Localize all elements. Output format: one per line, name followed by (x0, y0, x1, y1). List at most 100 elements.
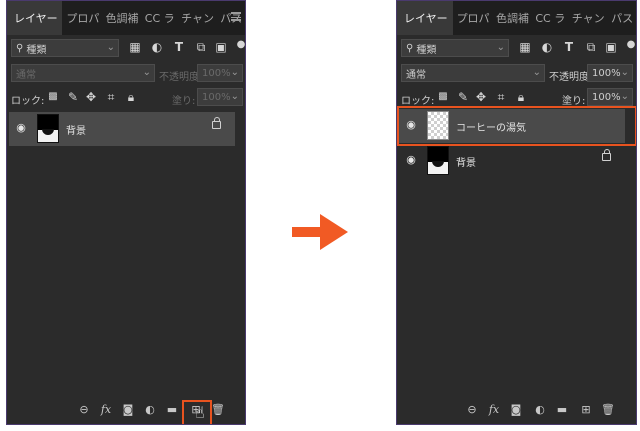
mask-icon[interactable]: ◙ (509, 403, 523, 417)
fx-icon[interactable]: fx (99, 403, 113, 417)
trash-icon[interactable]: 🗑︎ (601, 403, 615, 417)
trash-icon[interactable]: 🗑︎ (211, 403, 225, 417)
chevron-down-icon: ⌄ (230, 91, 239, 102)
new-layer-highlight (397, 106, 636, 146)
lock-move-icon[interactable]: ✥ (83, 89, 99, 105)
search-icon: ⚲ (406, 42, 414, 54)
chevron-down-icon: ⌄ (230, 67, 239, 78)
blend-row: 通常 ⌄ 不透明度: 100% ⌄ (397, 61, 636, 85)
search-icon: ⚲ (16, 42, 24, 54)
layer-name: 背景 (66, 126, 86, 137)
tab-cc-libraries[interactable]: CC ラ (531, 1, 567, 35)
fill-label: 塗り: (562, 96, 586, 107)
layers-panel-after: レイヤー プロパ 色調補 CC ラ チャン パス ⚲ 種類 ⌄ ▦ ◐ T ⧉ … (396, 0, 637, 425)
chevron-down-icon: ⌄ (496, 42, 505, 53)
link-icon[interactable]: ⊖ (77, 403, 91, 417)
filter-kind-select[interactable]: ⚲ 種類 ⌄ (11, 39, 119, 57)
mask-icon[interactable]: ◙ (121, 403, 135, 417)
blend-mode-select[interactable]: 通常 ⌄ (401, 64, 545, 82)
type-filter-icon[interactable]: T (171, 39, 187, 55)
tab-channels[interactable]: チャン (568, 1, 607, 35)
filter-row: ⚲ 種類 ⌄ ▦ ◐ T ⧉ ▣ ● (397, 35, 636, 59)
lock-row: ロック: ▩ ✎ ✥ ⌗ 🔒︎ 塗り: 100% ⌄ (7, 85, 245, 109)
adjustment-icon[interactable]: ◐ (533, 403, 547, 417)
adjustment-filter-icon[interactable]: ◐ (539, 39, 555, 55)
tab-properties[interactable]: プロパ (453, 1, 492, 35)
image-filter-icon[interactable]: ▦ (517, 39, 533, 55)
blend-mode-select[interactable]: 通常 ⌄ (11, 64, 155, 82)
image-filter-icon[interactable]: ▦ (127, 39, 143, 55)
blend-mode-value: 通常 (16, 69, 36, 81)
layers-bottom-bar: ⊖ fx ◙ ◐ ▬ ⊞ 🗑︎ (397, 398, 636, 424)
panel-tabs: レイヤー プロパ 色調補 CC ラ チャン パス (397, 1, 636, 35)
filter-row: ⚲ 種類 ⌄ ▦ ◐ T ⧉ ▣ ● (7, 35, 245, 59)
tab-paths[interactable]: パス (607, 1, 636, 35)
lock-label: ロック: (11, 96, 45, 107)
hand-cursor-icon: ☝︎ (195, 403, 205, 422)
chevron-down-icon: ⌄ (620, 67, 629, 78)
filter-toggle-icon[interactable]: ● (233, 37, 245, 53)
link-icon[interactable]: ⊖ (465, 403, 479, 417)
tab-adjustments[interactable]: 色調補 (492, 1, 531, 35)
folder-icon[interactable]: ▬ (555, 403, 569, 417)
eye-icon[interactable]: ◉ (405, 154, 417, 166)
folder-icon[interactable]: ▬ (165, 403, 179, 417)
opacity-value: 100% (202, 67, 231, 79)
tab-layers[interactable]: レイヤー (7, 1, 63, 35)
tab-layers[interactable]: レイヤー (397, 1, 453, 35)
filter-kind-value: 種類 (26, 44, 47, 56)
layer-name: 背景 (456, 158, 476, 169)
smart-object-filter-icon[interactable]: ▣ (603, 39, 619, 55)
tab-properties[interactable]: プロパ (62, 1, 101, 35)
fill-label: 塗り: (172, 96, 196, 107)
fx-icon[interactable]: fx (487, 403, 501, 417)
layers-panel-before: レイヤー プロパ 色調補 CC ラ チャン パス ⚲ 種類 ⌄ ▦ ◐ T ⧉ … (6, 0, 246, 425)
blend-mode-value: 通常 (406, 69, 426, 81)
fill-field[interactable]: 100% ⌄ (587, 88, 633, 106)
opacity-field[interactable]: 100% ⌄ (197, 64, 243, 82)
lock-all-icon[interactable]: 🔒︎ (513, 89, 529, 105)
layer-row[interactable]: ◉ 背景 (9, 112, 235, 146)
lock-icon (602, 149, 611, 161)
chevron-down-icon: ⌄ (142, 67, 151, 78)
shape-filter-icon[interactable]: ⧉ (583, 39, 599, 55)
fill-value: 100% (592, 91, 621, 103)
arrow-right-icon (292, 214, 348, 250)
opacity-field[interactable]: 100% ⌄ (587, 64, 633, 82)
panel-tabs: レイヤー プロパ 色調補 CC ラ チャン パス (7, 1, 245, 35)
chevron-down-icon: ⌄ (532, 67, 541, 78)
lock-label: ロック: (401, 96, 435, 107)
type-filter-icon[interactable]: T (561, 39, 577, 55)
filter-kind-value: 種類 (416, 44, 437, 56)
lock-transparent-icon[interactable]: ▩ (45, 89, 61, 105)
opacity-label: 不透明度: (159, 72, 203, 83)
lock-icon (212, 117, 221, 129)
shape-filter-icon[interactable]: ⧉ (193, 39, 209, 55)
eye-icon[interactable]: ◉ (15, 122, 27, 134)
blend-row: 通常 ⌄ 不透明度: 100% ⌄ (7, 61, 245, 85)
filter-kind-select[interactable]: ⚲ 種類 ⌄ (401, 39, 509, 57)
chevron-down-icon: ⌄ (620, 91, 629, 102)
adjustment-filter-icon[interactable]: ◐ (149, 39, 165, 55)
lock-paint-icon[interactable]: ✎ (65, 89, 81, 105)
tab-channels[interactable]: チャン (177, 1, 216, 35)
tab-adjustments[interactable]: 色調補 (102, 1, 141, 35)
lock-paint-icon[interactable]: ✎ (455, 89, 471, 105)
panel-menu-icon[interactable] (231, 12, 241, 21)
adjustment-icon[interactable]: ◐ (143, 403, 157, 417)
fill-value: 100% (202, 91, 231, 103)
fill-field[interactable]: 100% ⌄ (197, 88, 243, 106)
layer-thumbnail (37, 114, 59, 143)
layer-thumbnail (427, 146, 449, 175)
filter-toggle-icon[interactable]: ● (623, 37, 636, 53)
lock-transparent-icon[interactable]: ▩ (435, 89, 451, 105)
lock-move-icon[interactable]: ✥ (473, 89, 489, 105)
tab-cc-libraries[interactable]: CC ラ (141, 1, 177, 35)
lock-artboard-icon[interactable]: ⌗ (493, 89, 509, 105)
lock-artboard-icon[interactable]: ⌗ (103, 89, 119, 105)
lock-all-icon[interactable]: 🔒︎ (123, 89, 139, 105)
new-layer-icon[interactable]: ⊞ (579, 403, 593, 417)
layer-row[interactable]: ◉ 背景 (399, 144, 625, 178)
smart-object-filter-icon[interactable]: ▣ (213, 39, 229, 55)
chevron-down-icon: ⌄ (106, 42, 115, 53)
